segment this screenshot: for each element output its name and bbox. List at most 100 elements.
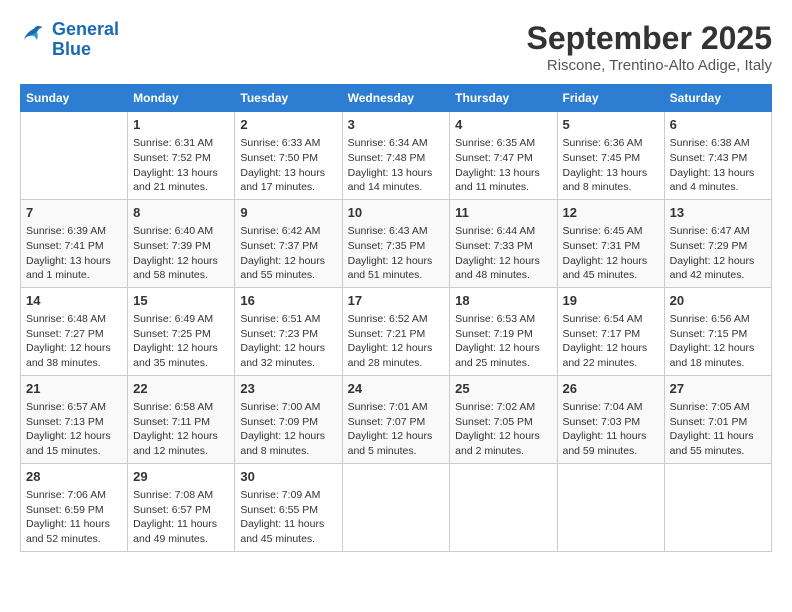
month-title: September 2025 — [527, 20, 772, 57]
calendar-cell — [450, 463, 557, 551]
cell-content: Sunrise: 6:58 AMSunset: 7:11 PMDaylight:… — [133, 400, 229, 459]
header-wednesday: Wednesday — [342, 85, 450, 112]
day-number: 12 — [563, 204, 659, 222]
title-block: September 2025 Riscone, Trentino-Alto Ad… — [527, 20, 772, 74]
header-saturday: Saturday — [664, 85, 771, 112]
day-number: 4 — [455, 116, 551, 134]
day-number: 9 — [240, 204, 336, 222]
calendar-cell: 4 Sunrise: 6:35 AMSunset: 7:47 PMDaylight… — [450, 112, 557, 200]
cell-content: Sunrise: 6:57 AMSunset: 7:13 PMDaylight:… — [26, 400, 122, 459]
calendar-cell: 22 Sunrise: 6:58 AMSunset: 7:11 PMDayligh… — [128, 375, 235, 463]
calendar-cell: 15 Sunrise: 6:49 AMSunset: 7:25 PMDayligh… — [128, 287, 235, 375]
cell-content: Sunrise: 6:48 AMSunset: 7:27 PMDaylight:… — [26, 312, 122, 371]
cell-content: Sunrise: 6:33 AMSunset: 7:50 PMDaylight:… — [240, 136, 336, 195]
calendar-cell: 9Sunrise: 6:42 AMSunset: 7:37 PMDaylight… — [235, 199, 342, 287]
calendar-cell — [664, 463, 771, 551]
calendar-cell: 7 Sunrise: 6:39 AMSunset: 7:41 PMDaylight… — [21, 199, 128, 287]
calendar-cell — [342, 463, 450, 551]
cell-content: Sunrise: 6:47 AMSunset: 7:29 PMDaylight:… — [670, 224, 766, 283]
calendar-cell: 6 Sunrise: 6:38 AMSunset: 7:43 PMDaylight… — [664, 112, 771, 200]
cell-content: Sunrise: 7:05 AMSunset: 7:01 PMDaylight:… — [670, 400, 766, 459]
day-number: 20 — [670, 292, 766, 310]
calendar-cell: 29 Sunrise: 7:08 AMSunset: 6:57 PMDayligh… — [128, 463, 235, 551]
day-number: 6 — [670, 116, 766, 134]
cell-content: Sunrise: 6:51 AMSunset: 7:23 PMDaylight:… — [240, 312, 336, 371]
cell-content: Sunrise: 6:45 AMSunset: 7:31 PMDaylight:… — [563, 224, 659, 283]
header-sunday: Sunday — [21, 85, 128, 112]
day-number: 24 — [348, 380, 445, 398]
calendar-cell: 8 Sunrise: 6:40 AMSunset: 7:39 PMDaylight… — [128, 199, 235, 287]
cell-content: Sunrise: 7:04 AMSunset: 7:03 PMDaylight:… — [563, 400, 659, 459]
header-tuesday: Tuesday — [235, 85, 342, 112]
calendar-cell: 13Sunrise: 6:47 AMSunset: 7:29 PMDayligh… — [664, 199, 771, 287]
calendar-cell: 23 Sunrise: 7:00 AMSunset: 7:09 PMDayligh… — [235, 375, 342, 463]
cell-content: Sunrise: 6:35 AMSunset: 7:47 PMDaylight:… — [455, 136, 551, 195]
header-friday: Friday — [557, 85, 664, 112]
calendar-cell — [21, 112, 128, 200]
calendar-cell: 18 Sunrise: 6:53 AMSunset: 7:19 PMDayligh… — [450, 287, 557, 375]
calendar-cell: 24 Sunrise: 7:01 AMSunset: 7:07 PMDayligh… — [342, 375, 450, 463]
day-number: 17 — [348, 292, 445, 310]
calendar-table: SundayMondayTuesdayWednesdayThursdayFrid… — [20, 84, 772, 552]
day-number: 21 — [26, 380, 122, 398]
cell-content: Sunrise: 6:54 AMSunset: 7:17 PMDaylight:… — [563, 312, 659, 371]
cell-content: Sunrise: 6:39 AMSunset: 7:41 PMDaylight:… — [26, 224, 122, 283]
day-number: 22 — [133, 380, 229, 398]
calendar-cell: 27 Sunrise: 7:05 AMSunset: 7:01 PMDayligh… — [664, 375, 771, 463]
cell-content: Sunrise: 7:00 AMSunset: 7:09 PMDaylight:… — [240, 400, 336, 459]
day-number: 3 — [348, 116, 445, 134]
day-number: 30 — [240, 468, 336, 486]
day-number: 19 — [563, 292, 659, 310]
cell-content: Sunrise: 6:36 AMSunset: 7:45 PMDaylight:… — [563, 136, 659, 195]
day-number: 27 — [670, 380, 766, 398]
day-number: 5 — [563, 116, 659, 134]
calendar-cell: 30 Sunrise: 7:09 AMSunset: 6:55 PMDayligh… — [235, 463, 342, 551]
calendar-cell: 26 Sunrise: 7:04 AMSunset: 7:03 PMDayligh… — [557, 375, 664, 463]
day-number: 26 — [563, 380, 659, 398]
calendar-cell: 1Sunrise: 6:31 AMSunset: 7:52 PMDaylight… — [128, 112, 235, 200]
cell-content: Sunrise: 6:44 AMSunset: 7:33 PMDaylight:… — [455, 224, 551, 283]
day-number: 8 — [133, 204, 229, 222]
day-number: 7 — [26, 204, 122, 222]
cell-content: Sunrise: 7:08 AMSunset: 6:57 PMDaylight:… — [133, 488, 229, 547]
calendar-cell: 21 Sunrise: 6:57 AMSunset: 7:13 PMDayligh… — [21, 375, 128, 463]
calendar-cell: 25Sunrise: 7:02 AMSunset: 7:05 PMDayligh… — [450, 375, 557, 463]
header-thursday: Thursday — [450, 85, 557, 112]
calendar-cell: 14 Sunrise: 6:48 AMSunset: 7:27 PMDayligh… — [21, 287, 128, 375]
day-number: 25 — [455, 380, 551, 398]
cell-content: Sunrise: 6:38 AMSunset: 7:43 PMDaylight:… — [670, 136, 766, 195]
cell-content: Sunrise: 6:53 AMSunset: 7:19 PMDaylight:… — [455, 312, 551, 371]
logo-text: General Blue — [52, 20, 119, 60]
day-number: 23 — [240, 380, 336, 398]
day-number: 18 — [455, 292, 551, 310]
bird-icon — [20, 23, 48, 51]
calendar-cell: 17 Sunrise: 6:52 AMSunset: 7:21 PMDayligh… — [342, 287, 450, 375]
day-number: 29 — [133, 468, 229, 486]
cell-content: Sunrise: 6:56 AMSunset: 7:15 PMDaylight:… — [670, 312, 766, 371]
calendar-cell: 12 Sunrise: 6:45 AMSunset: 7:31 PMDayligh… — [557, 199, 664, 287]
location-title: Riscone, Trentino-Alto Adige, Italy — [527, 57, 772, 74]
calendar-cell: 2 Sunrise: 6:33 AMSunset: 7:50 PMDaylight… — [235, 112, 342, 200]
day-number: 1 — [133, 116, 229, 134]
logo: General Blue — [20, 20, 119, 60]
calendar-cell: 20 Sunrise: 6:56 AMSunset: 7:15 PMDayligh… — [664, 287, 771, 375]
logo-line1: General — [52, 19, 119, 39]
day-number: 2 — [240, 116, 336, 134]
day-number: 28 — [26, 468, 122, 486]
calendar-cell: 11 Sunrise: 6:44 AMSunset: 7:33 PMDayligh… — [450, 199, 557, 287]
cell-content: Sunrise: 6:49 AMSunset: 7:25 PMDaylight:… — [133, 312, 229, 371]
day-number: 11 — [455, 204, 551, 222]
cell-content: Sunrise: 6:40 AMSunset: 7:39 PMDaylight:… — [133, 224, 229, 283]
calendar-cell: 5 Sunrise: 6:36 AMSunset: 7:45 PMDaylight… — [557, 112, 664, 200]
day-number: 14 — [26, 292, 122, 310]
cell-content: Sunrise: 7:01 AMSunset: 7:07 PMDaylight:… — [348, 400, 445, 459]
day-number: 15 — [133, 292, 229, 310]
header-monday: Monday — [128, 85, 235, 112]
cell-content: Sunrise: 6:52 AMSunset: 7:21 PMDaylight:… — [348, 312, 445, 371]
cell-content: Sunrise: 6:43 AMSunset: 7:35 PMDaylight:… — [348, 224, 445, 283]
calendar-cell: 10 Sunrise: 6:43 AMSunset: 7:35 PMDayligh… — [342, 199, 450, 287]
cell-content: Sunrise: 7:09 AMSunset: 6:55 PMDaylight:… — [240, 488, 336, 547]
day-number: 10 — [348, 204, 445, 222]
calendar-cell: 28 Sunrise: 7:06 AMSunset: 6:59 PMDayligh… — [21, 463, 128, 551]
cell-content: Sunrise: 7:06 AMSunset: 6:59 PMDaylight:… — [26, 488, 122, 547]
